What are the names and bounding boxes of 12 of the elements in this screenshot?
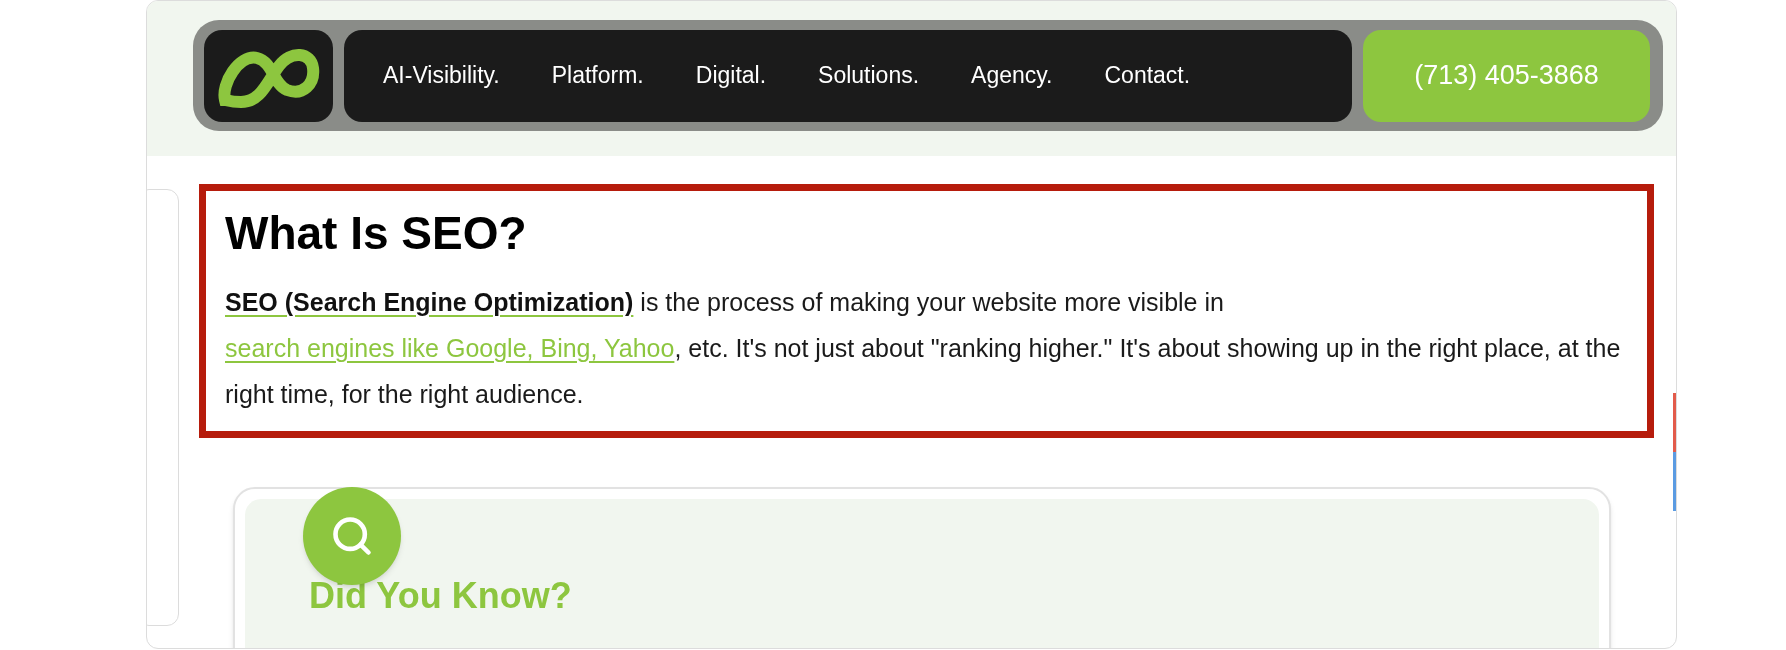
nav-link[interactable]: Agency. [971,58,1053,93]
nav-link[interactable]: Platform. [551,58,644,93]
nav-link[interactable]: Contact. [1104,58,1191,93]
nav-link[interactable]: Solutions. [818,58,920,93]
section-title: What Is SEO? [225,206,528,261]
section-paragraph: SEO (Search Engine Optimization) is the process of making your website more visible in search engines like Google, Bing, Yahoo, etc. It's not just about "ranking higher." It's about showing up in the right place, at the right time, for the right audience. [225,286,1622,410]
seo-link[interactable]: SEO (Search Engine Optimization) [225,287,634,316]
search-icon [330,514,374,558]
nav-link[interactable]: AI-Visibility. [383,58,500,93]
nav-link[interactable]: Digital. [695,58,767,93]
logo-tile[interactable] [204,29,333,122]
card-title: Did You Know? [309,574,573,618]
